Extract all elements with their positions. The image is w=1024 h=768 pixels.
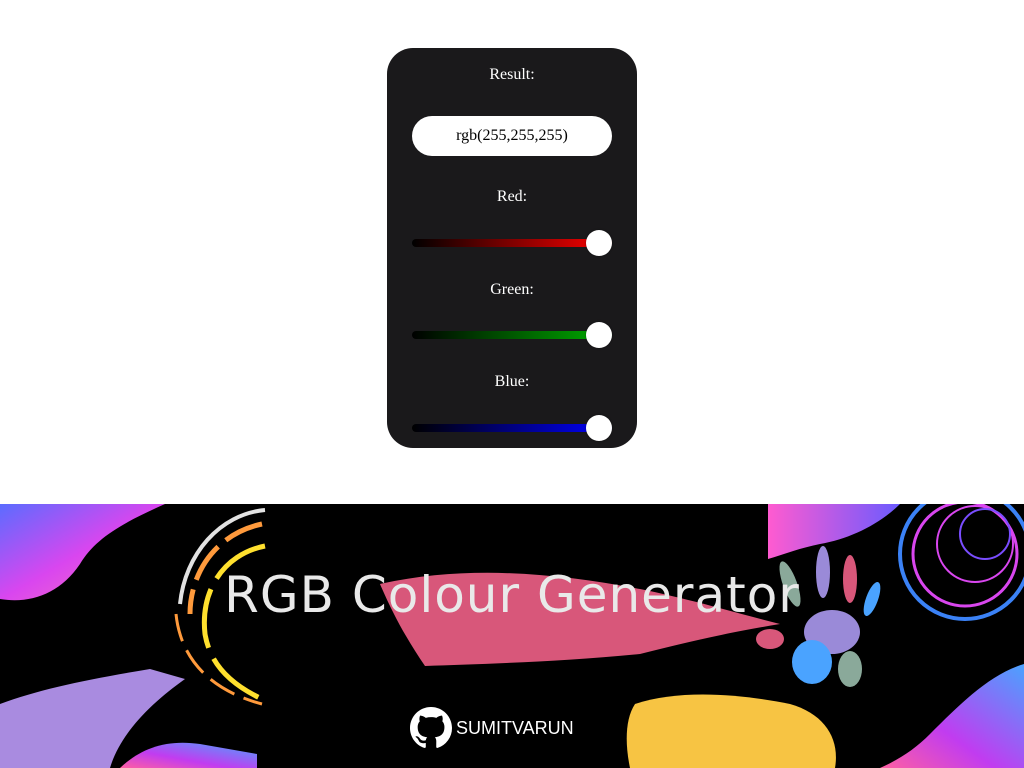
banner-title: RGB Colour Generator	[224, 566, 800, 624]
blue-slider[interactable]	[412, 415, 612, 441]
blue-slider-track	[412, 424, 612, 432]
blue-slider-thumb[interactable]	[586, 415, 612, 441]
green-slider[interactable]	[412, 322, 612, 348]
red-slider-thumb[interactable]	[586, 230, 612, 256]
github-username: SUMITVARUN	[456, 717, 574, 738]
color-generator-card: Result: rgb(255,255,255) Red: Green: Blu…	[387, 48, 637, 448]
green-slider-track	[412, 331, 612, 339]
result-label: Result:	[489, 66, 535, 83]
blue-label: Blue:	[494, 373, 530, 390]
green-label: Green:	[490, 281, 534, 298]
red-label: Red:	[496, 188, 528, 205]
red-slider[interactable]	[412, 230, 612, 256]
green-slider-thumb[interactable]	[586, 322, 612, 348]
red-slider-track	[412, 239, 612, 247]
github-icon	[410, 707, 452, 748]
banner: RGB Colour Generator SUMITVARUN	[0, 504, 1024, 768]
result-output[interactable]: rgb(255,255,255)	[412, 116, 612, 156]
github-link[interactable]: SUMITVARUN	[410, 706, 574, 750]
